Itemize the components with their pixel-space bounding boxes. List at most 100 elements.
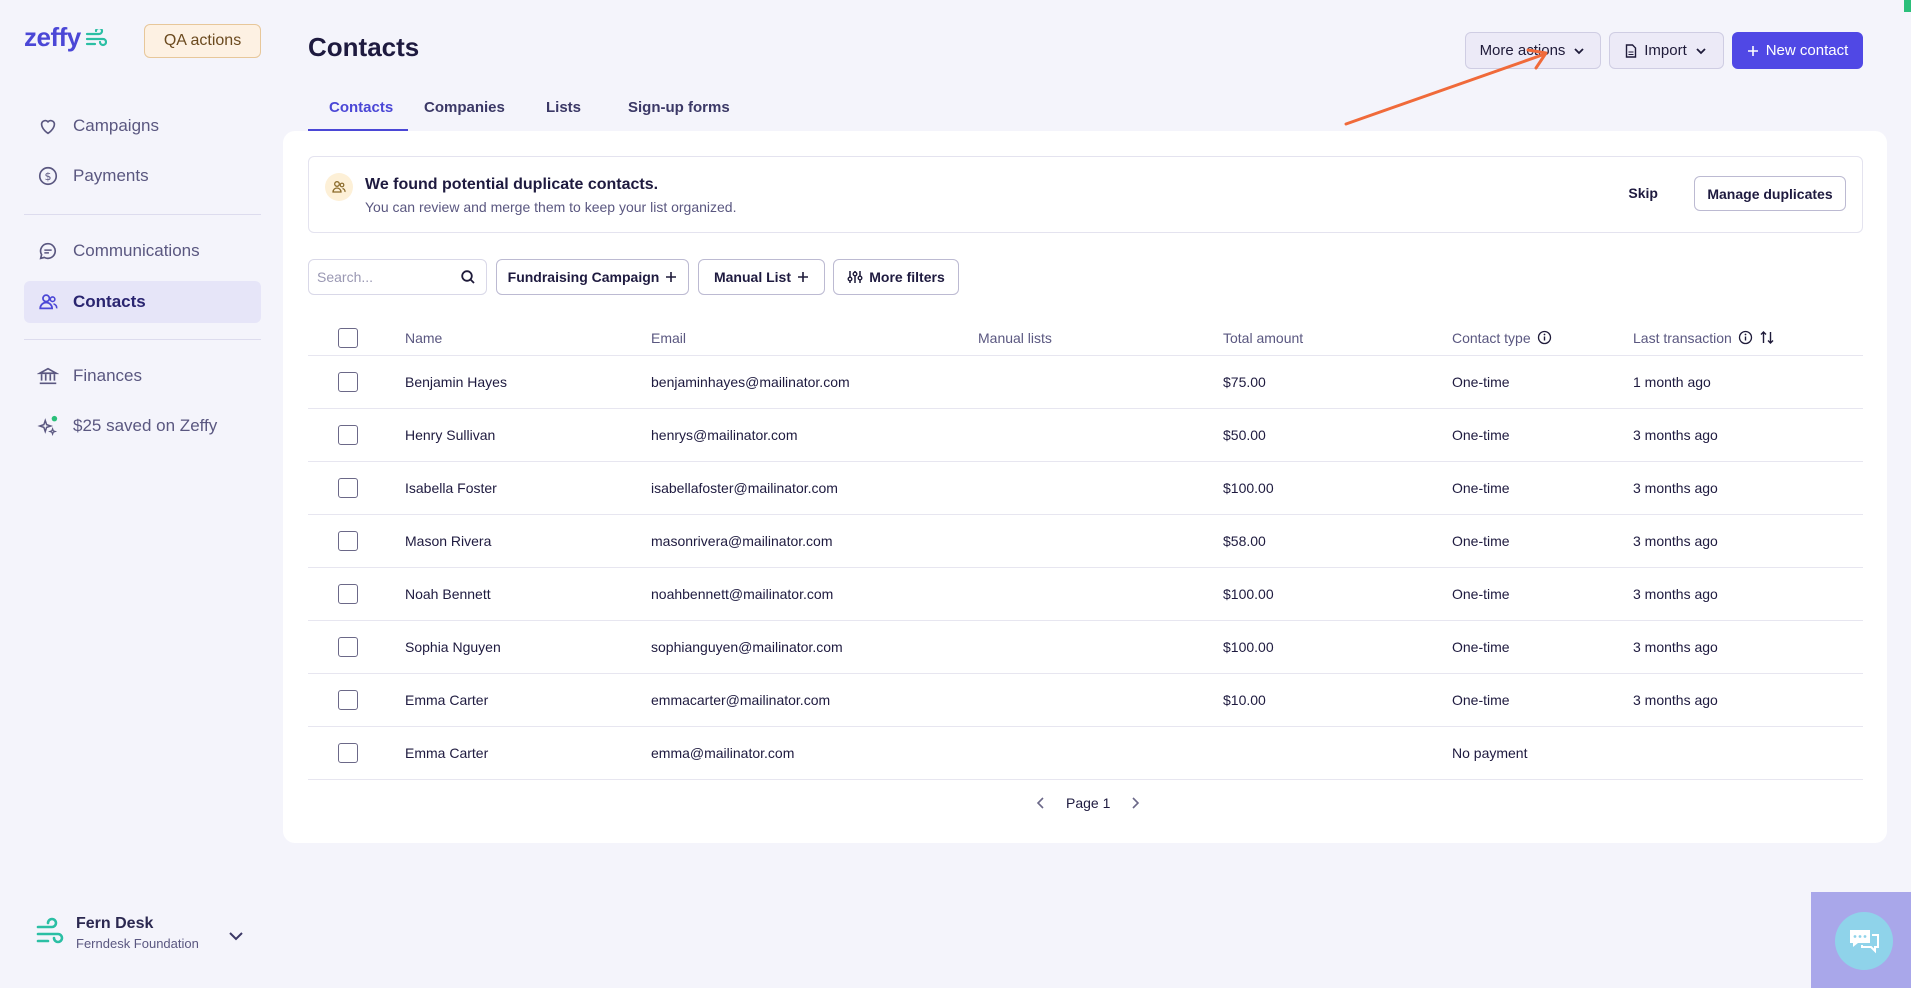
table-row[interactable]: Sophia Nguyen sophianguyen@mailinator.com… [308,621,1863,674]
cell-total-amount: $75.00 [1223,374,1266,390]
sidebar-item-label: $25 saved on Zeffy [73,416,218,435]
skip-button[interactable]: Skip [1628,185,1658,201]
cell-email: emma@mailinator.com [651,745,795,761]
manual-list-filter[interactable]: Manual List [698,259,825,295]
cell-name: Noah Bennett [405,586,491,602]
user-org: Ferndesk Foundation [76,936,199,951]
search-input[interactable]: Search... [308,259,487,295]
cell-contact-type: One-time [1452,374,1510,390]
column-header-last-transaction[interactable]: Last transaction [1633,320,1775,355]
import-label: Import [1644,42,1687,59]
sidebar-divider [24,339,261,340]
chevron-down-icon [1574,47,1585,54]
cell-contact-type: One-time [1452,586,1510,602]
chat-support-button[interactable] [1835,912,1893,970]
sidebar-item-contacts[interactable]: Contacts [24,281,261,323]
cell-name: Benjamin Hayes [405,374,507,390]
chevron-down-icon[interactable] [226,926,246,946]
row-checkbox[interactable] [338,690,358,710]
search-icon [461,270,475,284]
column-header-email[interactable]: Email [651,320,686,355]
import-button[interactable]: Import [1609,32,1724,69]
chevron-down-icon [1696,47,1706,54]
sort-icon[interactable] [1759,330,1775,345]
annotation-arrow [1344,48,1548,126]
more-filters-button[interactable]: More filters [833,259,959,295]
contacts-table: Name Email Manual lists Total amount Con… [308,320,1863,780]
qa-actions-button[interactable]: QA actions [144,24,261,58]
chevron-left-icon[interactable] [1034,796,1048,810]
sidebar-item-label: Payments [73,166,149,185]
heart-icon [40,119,56,135]
banner-title: We found potential duplicate contacts. [365,176,659,193]
cell-name: Isabella Foster [405,480,497,496]
user-name: Fern Desk [76,915,154,932]
page-title: Contacts [308,32,420,62]
chat-icon [39,242,57,260]
cell-last-transaction: 3 months ago [1633,427,1718,443]
zeffy-logo[interactable]: zeffy [24,22,107,53]
row-checkbox[interactable] [338,743,358,763]
fundraising-campaign-filter[interactable]: Fundraising Campaign [496,259,689,295]
cell-email: isabellafoster@mailinator.com [651,480,838,496]
sidebar-item-finances[interactable]: Finances [24,355,261,397]
row-checkbox[interactable] [338,584,358,604]
table-row[interactable]: Isabella Foster isabellafoster@mailinator… [308,462,1863,515]
cell-name: Henry Sullivan [405,427,496,443]
column-header-label: Contact type [1452,329,1531,346]
search-placeholder: Search... [317,269,374,285]
chevron-right-icon[interactable] [1128,796,1142,810]
sidebar-item-campaigns[interactable]: Campaigns [24,105,261,147]
table-row[interactable]: Mason Rivera masonrivera@mailinator.com $5… [308,515,1863,568]
org-logo-icon [36,917,64,944]
cell-last-transaction: 3 months ago [1633,480,1718,496]
table-row[interactable]: Noah Bennett noahbennett@mailinator.com $1… [308,568,1863,621]
cell-last-transaction: 3 months ago [1633,533,1718,549]
tab-contacts[interactable]: Contacts [329,99,393,116]
tab-lists[interactable]: Lists [546,99,581,116]
cell-email: henrys@mailinator.com [651,427,798,443]
row-checkbox[interactable] [338,637,358,657]
users-icon [39,294,58,310]
info-icon[interactable] [1537,330,1552,345]
info-icon[interactable] [1738,330,1753,345]
bank-icon [37,367,59,385]
row-checkbox[interactable] [338,478,358,498]
sidebar-item-communications[interactable]: Communications [24,230,261,272]
table-row[interactable]: Emma Carter emmacarter@mailinator.com $10.… [308,674,1863,727]
sidebar-item-savings[interactable]: $25 saved on Zeffy [24,405,261,447]
cell-contact-type: One-time [1452,639,1510,655]
column-header-name[interactable]: Name [405,320,442,355]
chat-bubble-icon [1850,930,1879,954]
cell-contact-type: No payment [1452,745,1528,761]
sparkle-icon [37,415,58,436]
sidebar-item-payments[interactable]: $ Payments [24,155,261,197]
user-profile[interactable]: Fern Desk Ferndesk Foundation [34,915,199,951]
svg-text:$: $ [45,170,52,183]
tab-sign-up-forms[interactable]: Sign-up forms [628,99,730,116]
table-row[interactable]: Henry Sullivan henrys@mailinator.com $50.0… [308,409,1863,462]
column-header-contact-type[interactable]: Contact type [1452,320,1552,355]
plus-icon [798,272,808,282]
row-checkbox[interactable] [338,372,358,392]
cell-total-amount: $100.00 [1223,480,1274,496]
column-header-manual-lists[interactable]: Manual lists [978,320,1052,355]
table-row[interactable]: Benjamin Hayes benjaminhayes@mailinator.c… [308,356,1863,409]
cell-contact-type: One-time [1452,427,1510,443]
row-checkbox[interactable] [338,425,358,445]
select-all-checkbox[interactable] [338,327,358,348]
table-row[interactable]: Emma Carter emma@mailinator.com No payment [308,727,1863,780]
sidebar-item-label: Campaigns [73,116,159,135]
row-checkbox[interactable] [338,531,358,551]
column-header-total-amount[interactable]: Total amount [1223,320,1303,355]
cell-total-amount: $50.00 [1223,427,1266,443]
new-contact-button[interactable]: New contact [1732,32,1863,69]
manage-duplicates-button[interactable]: Manage duplicates [1694,176,1846,211]
logo-text: zeffy [24,22,81,52]
tab-companies[interactable]: Companies [424,99,505,116]
cell-email: benjaminhayes@mailinator.com [651,374,850,390]
cell-total-amount: $58.00 [1223,533,1266,549]
cell-total-amount: $100.00 [1223,586,1274,602]
table-header: Name Email Manual lists Total amount Con… [308,320,1863,356]
filter-label: More filters [869,269,945,285]
